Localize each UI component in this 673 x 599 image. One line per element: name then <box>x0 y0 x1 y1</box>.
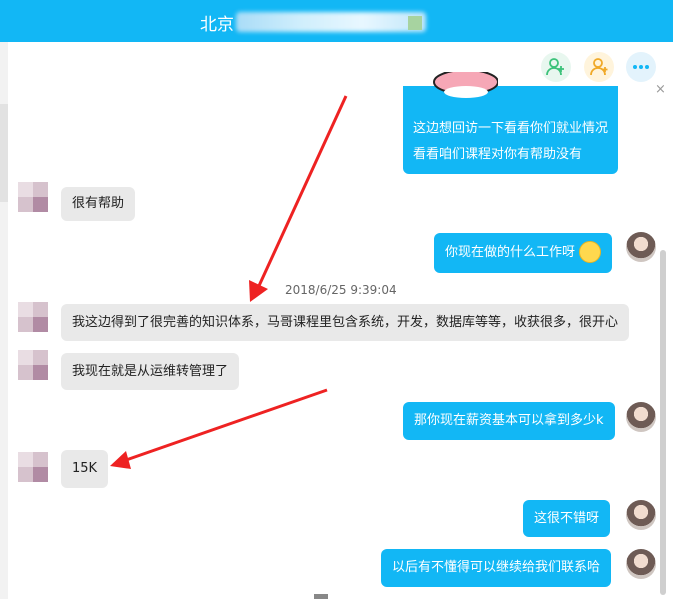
contact-avatar[interactable] <box>18 350 48 380</box>
scrollbar[interactable] <box>660 250 666 595</box>
message-bubble-in: 很有帮助 <box>61 187 136 221</box>
message-bubble-in: 我这边得到了很完善的知识体系，马哥课程里包含系统，开发，数据库等等，收获很多，很… <box>61 304 630 341</box>
contact-avatar[interactable] <box>18 452 48 482</box>
annotation-arrowhead <box>249 280 268 302</box>
message-bubble-out: 你现在做的什么工作呀 <box>434 233 613 273</box>
message-line: 看看咱们课程对你有帮助没有 <box>413 147 583 162</box>
more-icon <box>633 65 649 69</box>
left-panel-edge <box>0 42 8 599</box>
close-icon[interactable]: × <box>655 82 666 97</box>
message-bubble-out: 那你现在薪资基本可以拿到多少k <box>403 402 615 440</box>
annotation-arrowhead <box>110 451 131 469</box>
create-group-button[interactable] <box>584 52 614 82</box>
message-bubble-out: 这很不错呀 <box>523 500 611 537</box>
annotation-arrow-line <box>256 95 348 289</box>
group-icon <box>590 58 608 76</box>
message-timestamp: 2018/6/25 9:39:04 <box>285 283 397 297</box>
contact-avatar[interactable] <box>18 302 48 332</box>
my-avatar[interactable] <box>626 402 656 432</box>
message-bubble-in: 我现在就是从运维转管理了 <box>61 353 240 390</box>
left-panel-mark <box>0 104 8 202</box>
smile-emoji-icon <box>579 240 602 263</box>
sticker-image <box>433 72 498 98</box>
message-bubble-out: 以后有不懂得可以继续给我们联系哈 <box>381 549 612 587</box>
window-title: 北京 <box>200 15 234 35</box>
redacted-title <box>236 12 426 32</box>
my-avatar[interactable] <box>626 232 656 262</box>
message-text: 你现在做的什么工作呀 <box>445 245 576 260</box>
message-bubble-in: 15K <box>61 450 109 488</box>
more-options-button[interactable] <box>626 52 656 82</box>
annotation-arrow-line <box>125 388 328 462</box>
my-avatar[interactable] <box>626 500 656 530</box>
title-bar: 北京 <box>0 0 673 42</box>
message-line: 这边想回访一下看看你们就业情况 <box>413 121 609 136</box>
add-user-icon <box>546 58 564 76</box>
bottom-indicator <box>314 594 328 599</box>
redacted-title-mark <box>408 16 422 30</box>
my-avatar[interactable] <box>626 549 656 579</box>
contact-avatar[interactable] <box>18 182 48 212</box>
add-friend-button[interactable] <box>541 52 571 82</box>
